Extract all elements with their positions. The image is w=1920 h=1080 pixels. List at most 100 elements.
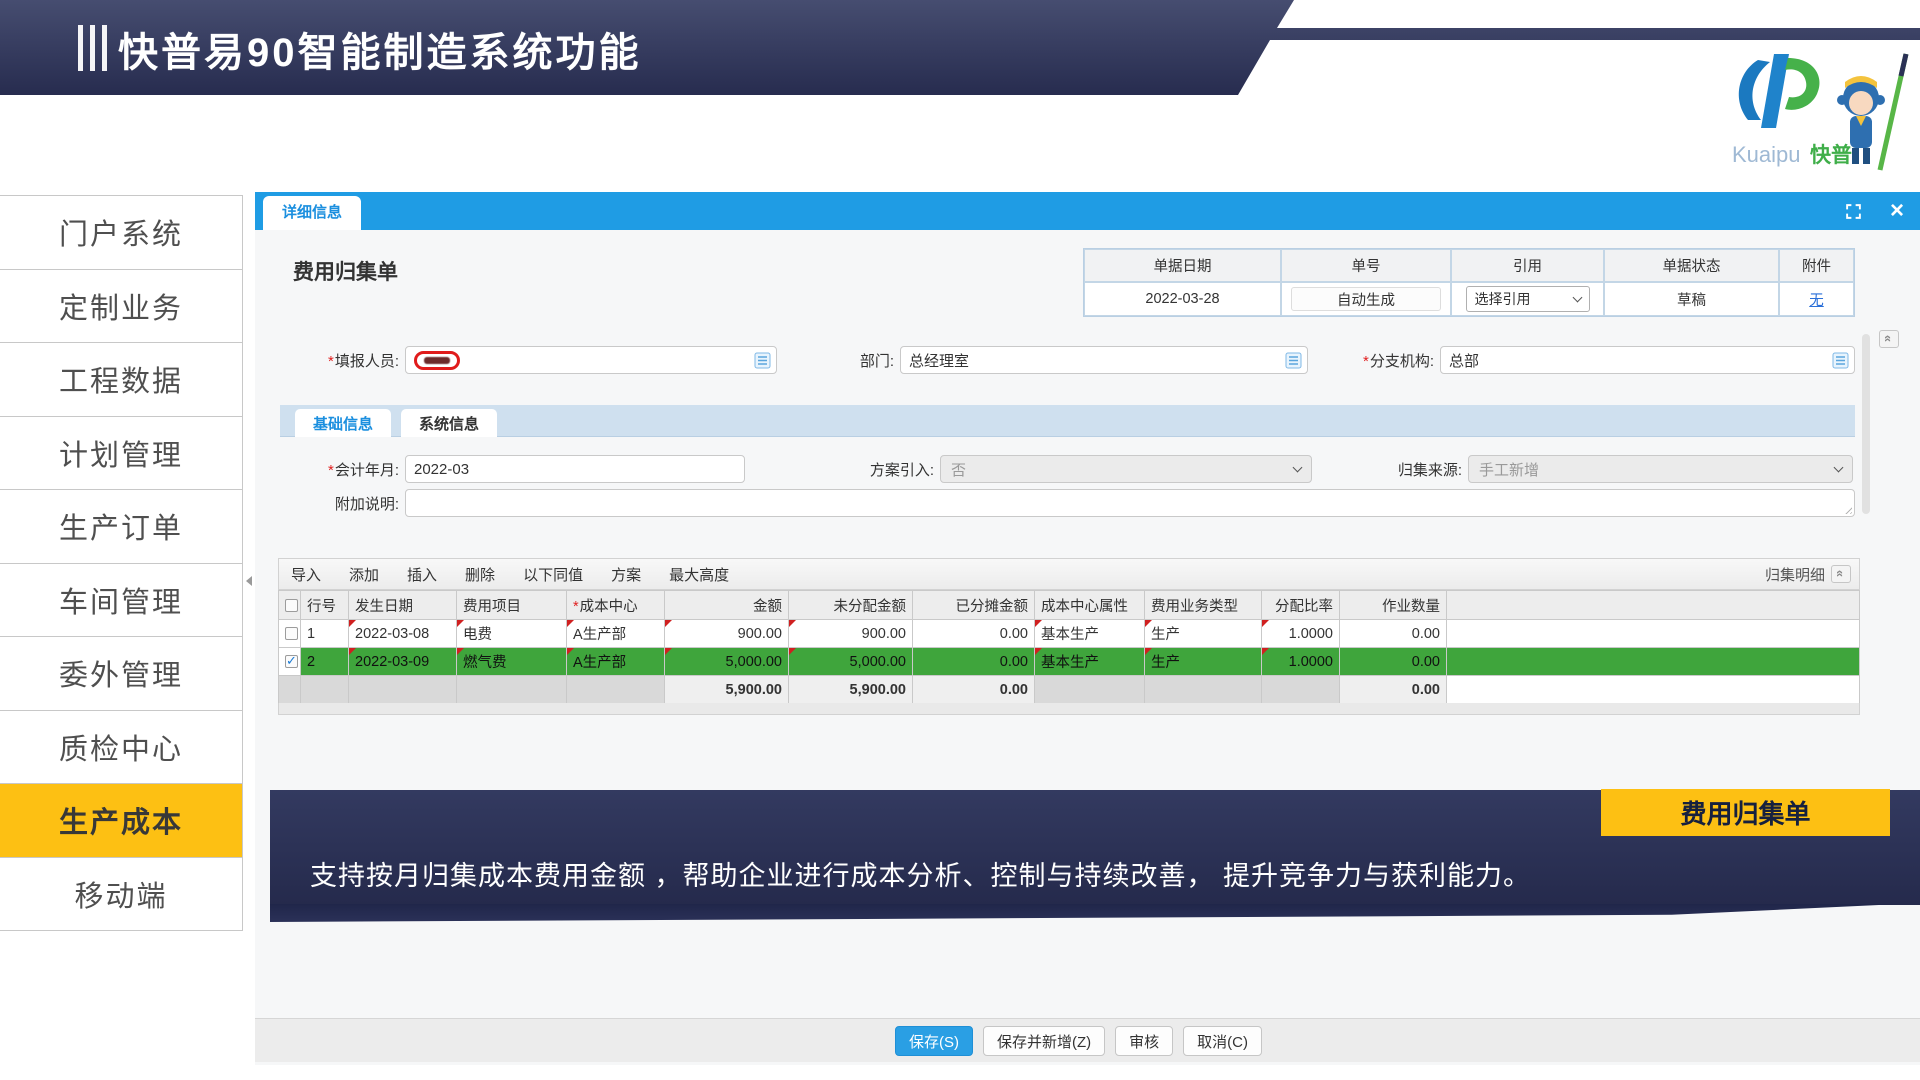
add-button[interactable]: 添加 xyxy=(349,564,379,585)
grid-collapse-button[interactable] xyxy=(1831,565,1851,583)
header-collapse-button[interactable] xyxy=(1879,330,1899,348)
doc-col-reference: 引用 xyxy=(1451,249,1604,282)
totals-cell: 0.00 xyxy=(1340,676,1447,704)
lookup-icon[interactable] xyxy=(754,352,771,369)
slide: 快普易90智能制造系统功能 Kuaipu 快普 ™ xyxy=(0,0,1920,1080)
slide-title: 快普易90智能制造系统功能 xyxy=(118,20,642,78)
column-header: 成本中心属性 xyxy=(1035,591,1145,620)
sidebar-item[interactable]: 车间管理 xyxy=(0,564,242,638)
vertical-scrollbar[interactable] xyxy=(1862,334,1870,514)
sidebar-item[interactable]: 计划管理 xyxy=(0,417,242,491)
delete-button[interactable]: 删除 xyxy=(465,564,495,585)
kp-monogram-icon xyxy=(1739,54,1820,128)
source-label: 归集来源: xyxy=(1390,459,1468,480)
cell: 0.00 xyxy=(913,620,1035,648)
column-header: 分配比率 xyxy=(1262,591,1340,620)
totals-cell xyxy=(279,676,301,704)
cell: 2022-03-08 xyxy=(349,620,457,648)
doc-info-table: 单据日期 单号 引用 单据状态 附件 2022-03-28 自动生成 选择引用 … xyxy=(1083,248,1855,317)
sidebar-item[interactable]: 移动端 xyxy=(0,858,242,932)
person-label: *填报人员: xyxy=(280,350,405,371)
cell: 5,000.00 xyxy=(665,648,789,676)
cell: 0.00 xyxy=(913,648,1035,676)
same-below-button[interactable]: 以下同值 xyxy=(523,564,583,585)
totals-cell xyxy=(1145,676,1262,704)
column-header: 已分摊金额 xyxy=(913,591,1035,620)
totals-cell: 5,900.00 xyxy=(789,676,913,704)
column-header: 费用项目 xyxy=(457,591,567,620)
plan-button[interactable]: 方案 xyxy=(611,564,641,585)
subtab[interactable]: 系统信息 xyxy=(401,409,497,437)
cancel-button[interactable]: 取消(C) xyxy=(1183,1026,1262,1056)
sidebar-item[interactable]: 生产订单 xyxy=(0,490,242,564)
expense-grid: 行号发生日期费用项目*成本中心金额未分配金额已分摊金额成本中心属性费用业务类型分… xyxy=(278,590,1860,704)
note-textarea[interactable] xyxy=(405,489,1855,517)
sidebar-item[interactable]: 门户系统 xyxy=(0,196,242,270)
kuaipu-logo: Kuaipu 快普 ™ xyxy=(1728,48,1920,180)
totals-cell xyxy=(349,676,457,704)
grid-header-row: 行号发生日期费用项目*成本中心金额未分配金额已分摊金额成本中心属性费用业务类型分… xyxy=(279,591,1860,620)
grid-scroll-strip[interactable] xyxy=(278,703,1860,715)
row-select-cell xyxy=(279,620,301,648)
period-label: *会计年月: xyxy=(280,459,405,480)
save-and-new-button[interactable]: 保存并新增(Z) xyxy=(983,1026,1105,1056)
required-asterisk: * xyxy=(573,599,579,615)
cell: 基本生产 xyxy=(1035,648,1145,676)
title-bars-icon xyxy=(78,25,107,71)
cell: 1.0000 xyxy=(1262,648,1340,676)
banner-text: 支持按月归集成本费用金额 ，帮助企业进行成本分析、控制与持续改善， 提升竞争力与… xyxy=(310,854,1531,893)
slide-header: 快普易90智能制造系统功能 xyxy=(0,0,1920,95)
totals-cell xyxy=(457,676,567,704)
insert-button[interactable]: 插入 xyxy=(407,564,437,585)
dept-input[interactable]: 总经理室 xyxy=(900,346,1308,374)
logo-brand-cn: 快普 xyxy=(1810,143,1852,167)
save-button[interactable]: 保存(S) xyxy=(895,1026,973,1056)
audit-button[interactable]: 审核 xyxy=(1115,1026,1173,1056)
totals-cell xyxy=(301,676,349,704)
cell: 电费 xyxy=(457,620,567,648)
person-input[interactable] xyxy=(405,346,777,374)
table-row[interactable]: 12022-03-08电费A生产部900.00900.000.00基本生产生产1… xyxy=(279,620,1860,648)
max-height-button[interactable]: 最大高度 xyxy=(669,564,729,585)
branch-input[interactable]: 总部 xyxy=(1440,346,1855,374)
close-icon[interactable]: × xyxy=(1890,199,1904,223)
logo-brand-en: Kuaipu xyxy=(1732,142,1801,167)
cell: 1 xyxy=(301,620,349,648)
lookup-icon[interactable] xyxy=(1832,352,1849,369)
column-header: 行号 xyxy=(301,591,349,620)
grid-toolbar: 导入添加插入删除以下同值方案最大高度 归集明细 xyxy=(278,558,1860,590)
cell: 1.0000 xyxy=(1262,620,1340,648)
sidebar-item[interactable]: 工程数据 xyxy=(0,343,242,417)
doc-number-value: 自动生成 xyxy=(1291,287,1441,311)
import-button[interactable]: 导入 xyxy=(291,564,321,585)
row-checkbox[interactable] xyxy=(285,627,298,640)
doc-date-value: 2022-03-28 xyxy=(1084,282,1281,316)
period-input[interactable]: 2022-03 xyxy=(405,455,745,483)
column-header: *成本中心 xyxy=(567,591,665,620)
row-checkbox[interactable] xyxy=(285,655,298,668)
attachment-link[interactable]: 无 xyxy=(1809,289,1824,310)
source-select: 手工新增 xyxy=(1468,455,1853,483)
sidebar-item[interactable]: 定制业务 xyxy=(0,270,242,344)
totals-cell: 5,900.00 xyxy=(665,676,789,704)
cell: 5,000.00 xyxy=(789,648,913,676)
sidebar-item[interactable]: 委外管理 xyxy=(0,637,242,711)
sidebar-collapse-arrow-icon[interactable] xyxy=(246,576,252,586)
row-select-cell xyxy=(279,648,301,676)
select-all-header xyxy=(279,591,301,620)
cell: 2 xyxy=(301,648,349,676)
doc-col-number: 单号 xyxy=(1281,249,1451,282)
fullscreen-icon[interactable] xyxy=(1845,203,1862,220)
reference-select[interactable]: 选择引用 xyxy=(1466,286,1590,312)
sidebar-item[interactable]: 质检中心 xyxy=(0,711,242,785)
sidebar-item[interactable]: 生产成本 xyxy=(0,784,242,858)
tab-detail-info[interactable]: 详细信息 xyxy=(263,196,361,230)
select-all-checkbox[interactable] xyxy=(285,599,298,612)
column-header: 发生日期 xyxy=(349,591,457,620)
filler-cell xyxy=(1447,676,1860,704)
table-row[interactable]: 22022-03-09燃气费A生产部5,000.005,000.000.00基本… xyxy=(279,648,1860,676)
lookup-icon[interactable] xyxy=(1285,352,1302,369)
chevron-down-icon xyxy=(1293,463,1303,473)
totals-cell: 0.00 xyxy=(913,676,1035,704)
subtab[interactable]: 基础信息 xyxy=(295,409,391,437)
